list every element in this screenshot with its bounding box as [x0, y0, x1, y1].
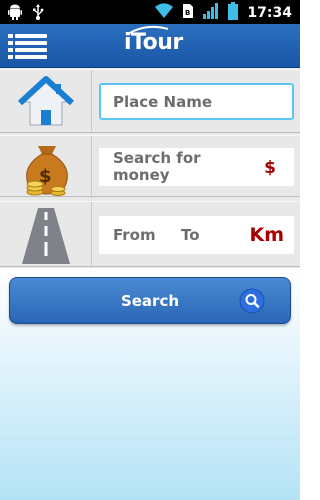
- sim-icon: B: [182, 3, 194, 23]
- usb-icon: [32, 4, 44, 24]
- from-input[interactable]: From: [113, 226, 156, 244]
- search-button[interactable]: Search: [9, 277, 291, 324]
- to-input[interactable]: To: [181, 226, 200, 244]
- magnifier-icon: [239, 288, 265, 314]
- status-bar: B 17:34: [0, 0, 300, 24]
- battery-icon: [228, 2, 239, 24]
- road-icon: [0, 202, 92, 268]
- place-name-input[interactable]: [99, 83, 294, 120]
- place-row: [0, 69, 300, 133]
- clock: 17:34: [247, 5, 292, 21]
- signal-icon: [203, 3, 219, 23]
- svg-text:B: B: [185, 9, 190, 17]
- distance-field: From To Km: [99, 216, 294, 254]
- money-label: Search for money: [113, 149, 201, 184]
- android-icon: [8, 4, 22, 24]
- house-icon: [0, 70, 92, 132]
- app-logo: iTour: [124, 30, 183, 55]
- money-bag-icon: $: [0, 136, 92, 198]
- menu-icon[interactable]: [8, 30, 48, 62]
- app-header: iTour: [0, 24, 300, 68]
- money-row: $ Search for money $: [0, 135, 300, 198]
- distance-row: From To Km: [0, 201, 300, 268]
- wifi-icon: [155, 3, 174, 23]
- currency-unit: $: [264, 158, 276, 178]
- distance-unit: Km: [249, 224, 284, 246]
- money-field[interactable]: Search for money $: [99, 148, 294, 186]
